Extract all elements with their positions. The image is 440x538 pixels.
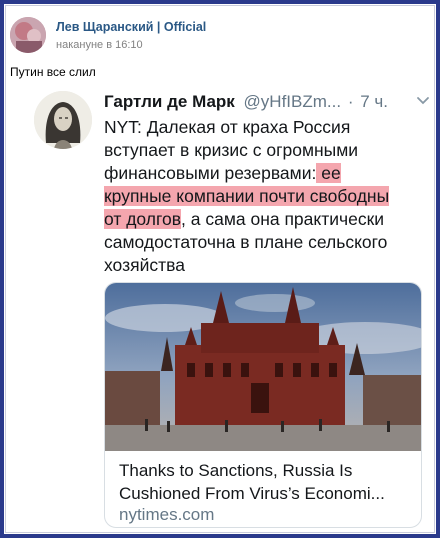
- post-text: Путин все слил: [10, 65, 96, 79]
- article-title-line: Cushioned From Virus’s Economi...: [119, 484, 385, 503]
- article-image: [105, 283, 421, 451]
- tweet-header: Гартли де Марк @yHfIBZm... · 7 ч.: [104, 92, 430, 114]
- highlighted-text: крупные компании почти свободны: [104, 186, 390, 206]
- article-title-line: Thanks to Sanctions, Russia Is: [119, 461, 353, 480]
- tweet-text: NYT: Далекая от краха Россия вступает в …: [104, 116, 426, 277]
- post-author-name[interactable]: Лев Щаранский | Official: [56, 20, 206, 34]
- chevron-down-icon[interactable]: [416, 96, 430, 106]
- tweet-author-handle[interactable]: @yHfIBZm...: [244, 92, 342, 111]
- post-timestamp[interactable]: накануне в 16:10: [56, 39, 143, 51]
- article-title[interactable]: Thanks to Sanctions, Russia Is Cushioned…: [119, 459, 415, 505]
- author-avatar[interactable]: [10, 17, 46, 53]
- tweet-timestamp[interactable]: 7 ч.: [360, 92, 388, 111]
- highlighted-text: ее: [316, 163, 341, 183]
- highlighted-text: от долгов: [104, 209, 182, 229]
- link-preview-card[interactable]: Thanks to Sanctions, Russia Is Cushioned…: [104, 282, 422, 528]
- separator-dot: ·: [347, 92, 354, 111]
- tweet-author-avatar[interactable]: [34, 91, 92, 149]
- portrait-engraving-icon: [34, 91, 92, 149]
- tweet-author-name[interactable]: Гартли де Марк: [104, 92, 235, 111]
- avatar-photo-icon: [10, 17, 46, 53]
- article-domain: nytimes.com: [119, 505, 215, 524]
